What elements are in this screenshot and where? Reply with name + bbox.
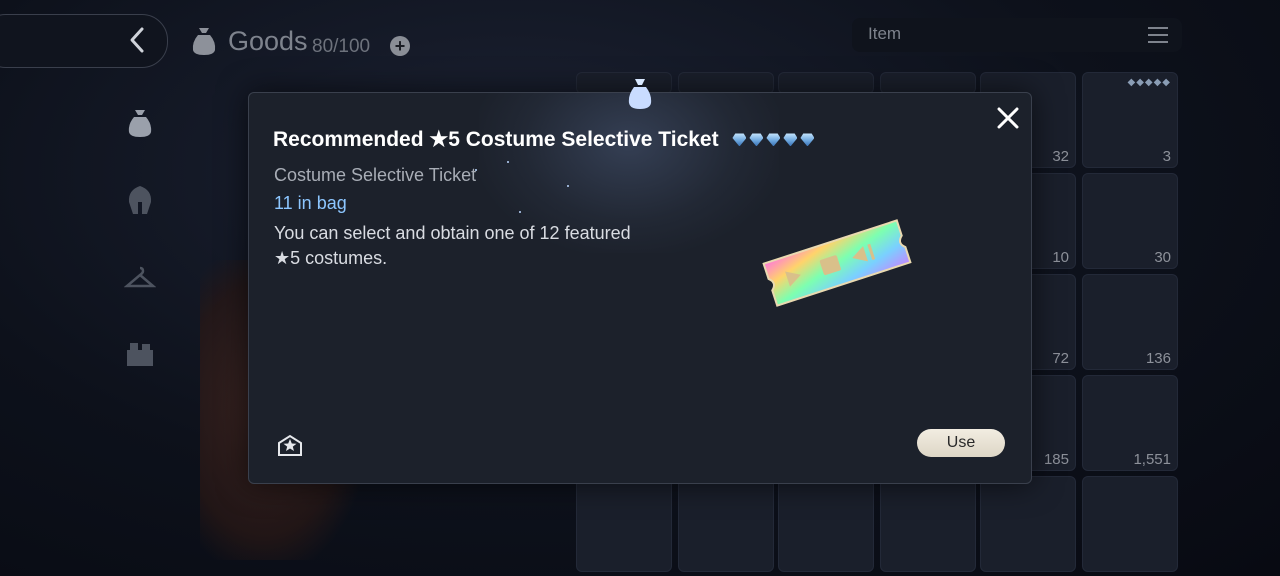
grid-cell[interactable]: ◆◆◆◆◆ 3 [1082, 72, 1178, 168]
back-arrow-icon[interactable] [128, 26, 146, 54]
gem-icon [749, 133, 764, 147]
grid-cell[interactable]: 1,551 [1082, 375, 1178, 471]
item-title: Recommended ★5 Costume Selective Ticket [273, 127, 817, 152]
grid-cell[interactable] [880, 476, 976, 572]
item-filter-label: Item [868, 24, 902, 43]
grid-cell[interactable] [576, 476, 672, 572]
bag-count: 11 in bag [274, 193, 347, 213]
item-detail-modal: Recommended ★5 Costume Selective Ticket … [248, 92, 1032, 484]
item-subtype: Costume Selective Ticket [274, 165, 477, 185]
grid-cell[interactable] [576, 72, 672, 94]
goods-capacity: 80/100 [312, 36, 371, 57]
item-bag-glow-icon [628, 79, 652, 109]
expand-capacity-button[interactable]: + [390, 36, 410, 56]
grid-cell[interactable] [678, 476, 774, 572]
use-button[interactable]: Use [917, 429, 1005, 457]
gem-icon [732, 133, 747, 147]
gem-icon [766, 133, 781, 147]
menu-icon[interactable] [1148, 27, 1168, 43]
chest-icon[interactable] [124, 338, 156, 370]
star-envelope-icon[interactable] [277, 433, 303, 457]
helmet-icon[interactable] [124, 184, 156, 216]
grid-cell[interactable]: 136 [1082, 274, 1178, 370]
ticket-icon [762, 219, 912, 307]
grid-cell[interactable] [778, 72, 874, 94]
grid-cell[interactable] [678, 72, 774, 94]
grid-cell[interactable] [778, 476, 874, 572]
gem-icon [800, 133, 815, 147]
grid-cell[interactable] [880, 72, 976, 94]
item-title-text: Recommended ★5 Costume Selective Ticket [273, 128, 719, 151]
item-description: You can select and obtain one of 12 feat… [274, 223, 631, 268]
item-filter-bar[interactable] [852, 18, 1182, 52]
goods-bag-icon [192, 28, 216, 55]
hanger-icon[interactable] [124, 262, 156, 294]
gem-icon [783, 133, 798, 147]
bag-icon[interactable] [124, 106, 156, 138]
grid-cell[interactable] [1082, 476, 1178, 572]
close-icon[interactable] [995, 105, 1021, 131]
star-rating-gems [732, 128, 817, 152]
page-title: Goods [228, 26, 308, 56]
grid-cell[interactable]: 30 [1082, 173, 1178, 269]
grid-cell[interactable] [980, 476, 1076, 572]
